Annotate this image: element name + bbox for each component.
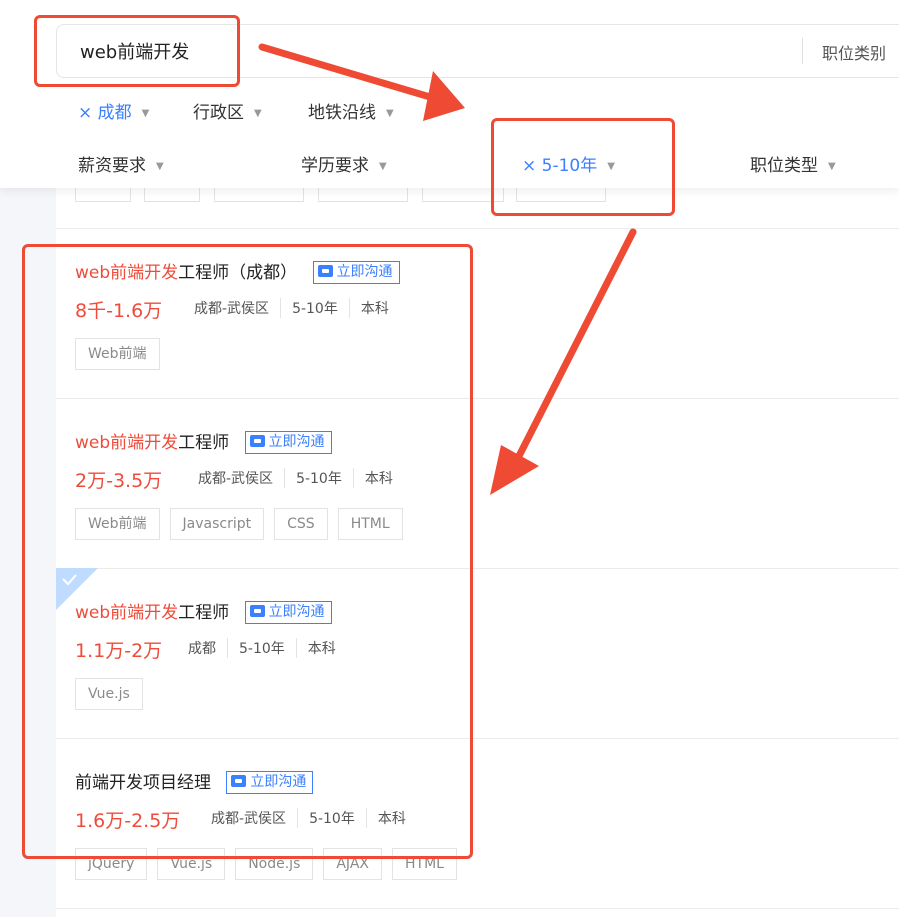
card-divider	[56, 908, 899, 909]
annotation-box-results	[22, 244, 473, 859]
filter-district-label: 行政区	[193, 103, 244, 123]
filter-education-label: 学历要求	[301, 156, 369, 176]
filter-salary[interactable]: 薪资要求 ▼	[78, 151, 164, 176]
filter-district[interactable]: 行政区 ▼	[193, 98, 262, 123]
search-divider	[802, 38, 803, 64]
chevron-down-icon: ▼	[379, 160, 387, 172]
chevron-down-icon: ▼	[254, 107, 262, 119]
chevron-down-icon: ▼	[386, 107, 394, 119]
filter-job-type-label: 职位类型	[750, 156, 818, 176]
filter-subway[interactable]: 地铁沿线 ▼	[308, 98, 394, 123]
filter-city-label: × 成都	[78, 103, 132, 123]
filter-education[interactable]: 学历要求 ▼	[301, 151, 387, 176]
chevron-down-icon: ▼	[828, 160, 836, 172]
annotation-box-experience	[491, 118, 675, 216]
filter-city[interactable]: × 成都 ▼	[78, 98, 149, 123]
annotation-box-search	[34, 15, 240, 87]
chevron-down-icon: ▼	[156, 160, 164, 172]
card-divider	[56, 228, 899, 229]
filter-salary-label: 薪资要求	[78, 156, 146, 176]
job-category-selector[interactable]: 职位类别	[822, 40, 886, 64]
chevron-down-icon: ▼	[141, 107, 150, 119]
filter-job-type[interactable]: 职位类型 ▼	[750, 151, 836, 176]
filter-subway-label: 地铁沿线	[308, 103, 376, 123]
